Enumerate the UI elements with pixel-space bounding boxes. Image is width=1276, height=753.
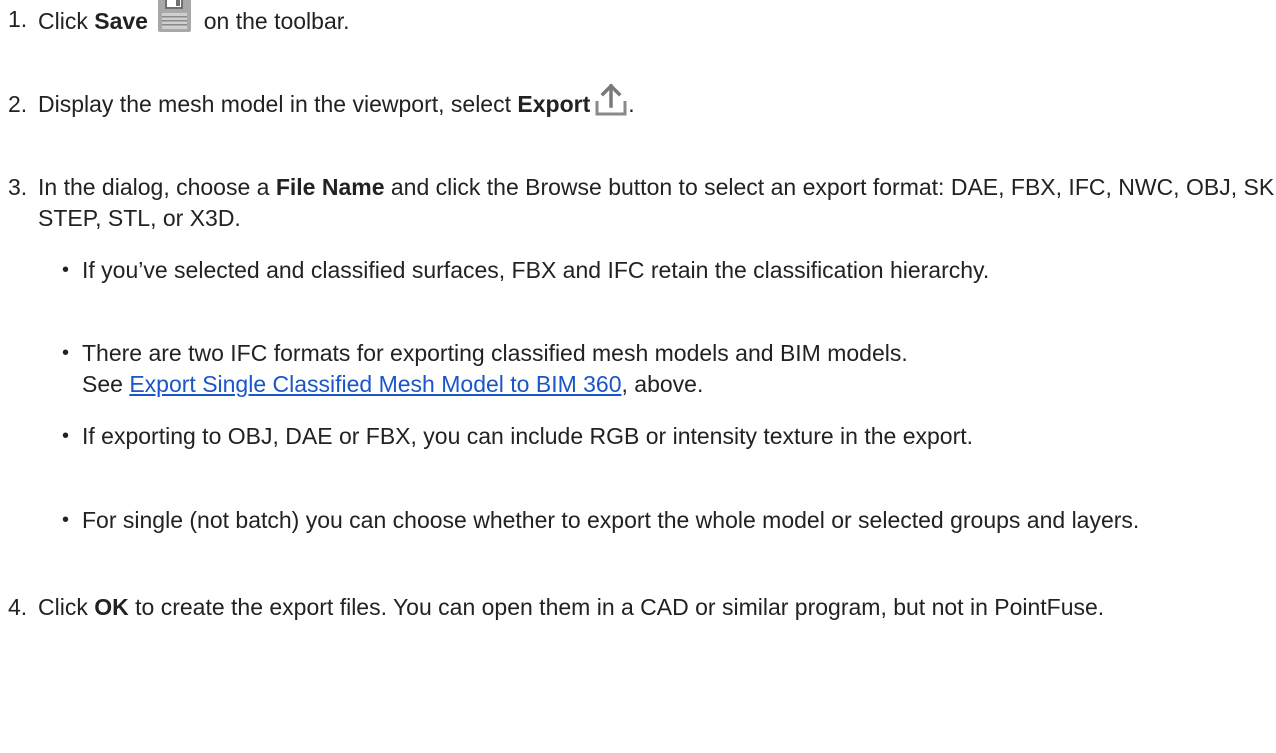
step-number: 2. — [8, 91, 28, 117]
step-2: 2. Display the mesh model in the viewpor… — [0, 83, 1276, 120]
ok-label: OK — [94, 594, 129, 620]
bullet-text: There are two IFC formats for exporting … — [82, 340, 908, 366]
step-number: 3. — [8, 174, 28, 200]
bim360-export-link[interactable]: Export Single Classified Mesh Model to B… — [129, 371, 621, 397]
bullet-item: There are two IFC formats for exporting … — [0, 338, 1276, 400]
step-number: 1. — [8, 6, 28, 32]
bullet-text: If you’ve selected and classified surfac… — [82, 257, 990, 283]
step-text-suffix: on the toolbar. — [197, 8, 350, 34]
step-text: Click — [38, 594, 95, 620]
step-3: 3. In the dialog, choose a File Name and… — [0, 172, 1276, 234]
bullet-item: For single (not batch) you can choose wh… — [0, 505, 1276, 536]
step-1: 1. Click Save on the toolbar. — [0, 0, 1276, 37]
bullet-text: For single (not batch) you can choose wh… — [82, 507, 1140, 533]
bullet-item: If exporting to OBJ, DAE or FBX, you can… — [0, 421, 1276, 452]
see-suffix: , above. — [621, 371, 704, 397]
see-text: See — [82, 371, 130, 397]
step-text-suffix: to create the export files. You can open… — [128, 594, 1105, 620]
export-upload-icon — [594, 83, 628, 117]
step-text: Click — [38, 8, 95, 34]
step-text-suffix: . — [628, 91, 635, 117]
bullet-text: If exporting to OBJ, DAE or FBX, you can… — [82, 423, 974, 449]
file-name-label: File Name — [275, 174, 385, 200]
save-disk-icon — [156, 0, 193, 33]
step-text: In the dialog, choose a — [38, 174, 276, 200]
step-number: 4. — [8, 594, 28, 620]
save-label: Save — [94, 8, 148, 34]
step-text: Display the mesh model in the viewport, … — [38, 91, 518, 117]
export-label: Export — [517, 91, 591, 117]
bullet-item: If you’ve selected and classified surfac… — [0, 255, 1276, 286]
step-4: 4. Click OK to create the export files. … — [0, 592, 1276, 623]
